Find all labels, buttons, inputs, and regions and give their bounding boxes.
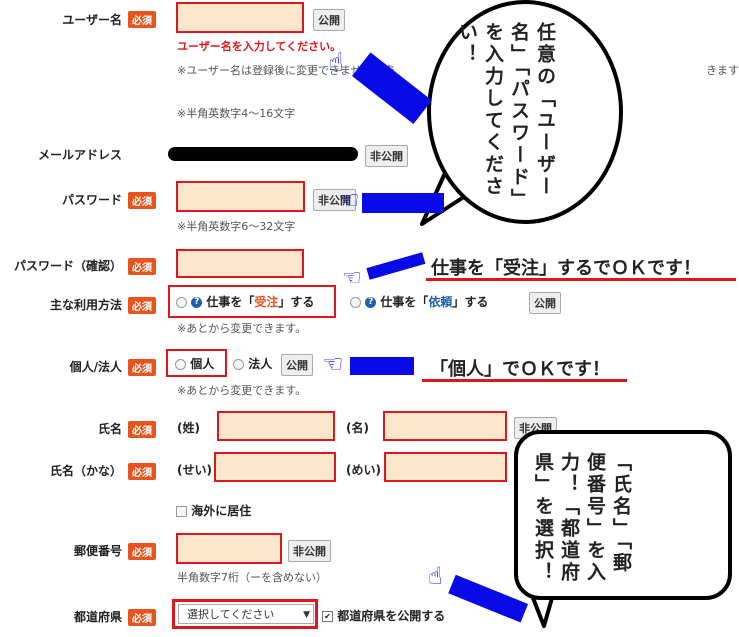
prefecture-select-value: 選択してください bbox=[187, 608, 275, 621]
first-name-prefix: (名) bbox=[346, 421, 369, 435]
email-label: メールアドレス bbox=[37, 148, 122, 162]
pointer-bar bbox=[366, 252, 426, 280]
required-badge: 必須 bbox=[128, 297, 156, 314]
usage-label: 主な利用方法 bbox=[49, 298, 122, 312]
username-error: ユーザー名を入力してください。 bbox=[177, 40, 342, 53]
radio-order[interactable] bbox=[176, 297, 187, 308]
prefecture-public-label: 都道府県を公開する bbox=[337, 609, 446, 623]
callout-order-underline bbox=[426, 278, 736, 281]
usage-note: ※あとから変更できます。 bbox=[177, 322, 307, 335]
usage-option-order[interactable]: ? 仕事を「受注」する bbox=[176, 293, 314, 310]
abroad-checkbox-row[interactable]: 海外に居住 bbox=[176, 502, 251, 519]
username-input[interactable] bbox=[176, 2, 304, 33]
last-name-kana-input[interactable] bbox=[214, 452, 336, 482]
last-name-kana-prefix: (せい) bbox=[177, 463, 212, 477]
pointer-bar bbox=[362, 193, 444, 213]
email-private-toggle[interactable]: 非公開 bbox=[365, 145, 408, 167]
callout-individual-underline bbox=[422, 379, 627, 382]
chevron-down-icon: ▼ bbox=[303, 610, 310, 620]
required-badge: 必須 bbox=[128, 192, 156, 209]
usage-option-request-pre: 仕事を「 bbox=[380, 295, 429, 309]
pointing-hand-icon: ☜ bbox=[338, 186, 360, 214]
pointing-hand-icon: ☜ bbox=[342, 266, 362, 291]
last-name-input[interactable] bbox=[217, 411, 335, 441]
name-kana-label: 氏名（かな） bbox=[49, 464, 122, 478]
pointing-hand-icon: ☝ bbox=[428, 562, 443, 590]
pointing-hand-icon: ☜ bbox=[322, 350, 344, 378]
password-confirm-label: パスワード（確認） bbox=[13, 259, 122, 273]
radio-corporate[interactable] bbox=[233, 359, 244, 370]
password-label: パスワード bbox=[61, 193, 122, 207]
bubble-name-text: 「氏名」「郵便番号」を入力！「都道府県」を選択！ bbox=[532, 452, 632, 584]
usage-option-request[interactable]: ? 仕事を「依頼」する bbox=[350, 293, 488, 310]
last-name-prefix: (姓) bbox=[177, 421, 200, 435]
help-icon[interactable]: ? bbox=[191, 297, 203, 308]
first-name-kana-input[interactable] bbox=[384, 452, 507, 482]
usage-option-order-pre: 仕事を「 bbox=[206, 295, 255, 309]
usage-public-toggle[interactable]: 公開 bbox=[529, 292, 561, 314]
prefecture-public-checkbox[interactable]: ✔ bbox=[322, 611, 333, 622]
entity-option-individual[interactable]: 個人 bbox=[175, 355, 214, 372]
postal-note: 半角数字7桁（ーを含めない） bbox=[177, 571, 327, 584]
prefecture-public-row[interactable]: ✔ 都道府県を公開する bbox=[322, 607, 445, 624]
entity-option-corporate[interactable]: 法人 bbox=[233, 355, 272, 372]
entity-label: 個人/法人 bbox=[69, 360, 122, 374]
postal-private-toggle[interactable]: 非公開 bbox=[288, 540, 331, 562]
prefecture-select[interactable]: 選択してください ▼ bbox=[178, 604, 314, 624]
pointing-hand-icon: ☝ bbox=[328, 48, 344, 78]
required-badge: 必須 bbox=[128, 543, 156, 560]
bubble-username-text: 任意の「ユーザー名」「パスワード」を入力してください！ bbox=[456, 22, 556, 211]
abroad-label: 海外に居住 bbox=[191, 504, 252, 518]
usage-option-order-em: 受注 bbox=[254, 295, 279, 309]
first-name-input[interactable] bbox=[383, 411, 507, 441]
entity-option-individual-label: 個人 bbox=[190, 357, 215, 371]
entity-public-toggle[interactable]: 公開 bbox=[281, 354, 313, 376]
username-note-tail: きます bbox=[706, 64, 739, 77]
prefecture-label: 都道府県 bbox=[73, 610, 122, 624]
required-badge: 必須 bbox=[128, 359, 156, 376]
postal-label: 郵便番号 bbox=[73, 544, 122, 558]
required-badge: 必須 bbox=[128, 11, 156, 28]
required-badge: 必須 bbox=[128, 421, 156, 438]
username-length-note: ※半角英数字4〜16文字 bbox=[177, 107, 296, 120]
usage-option-request-em: 依頼 bbox=[428, 295, 453, 309]
username-label: ユーザー名 bbox=[62, 13, 122, 27]
username-public-toggle[interactable]: 公開 bbox=[313, 9, 345, 31]
abroad-checkbox[interactable] bbox=[176, 506, 187, 517]
required-badge: 必須 bbox=[128, 258, 156, 275]
usage-option-request-post: 」する bbox=[452, 295, 489, 309]
required-badge: 必須 bbox=[128, 463, 156, 480]
first-name-kana-prefix: (めい) bbox=[346, 463, 381, 477]
radio-individual[interactable] bbox=[175, 359, 186, 370]
radio-request[interactable] bbox=[350, 297, 361, 308]
help-icon[interactable]: ? bbox=[365, 297, 377, 308]
pointer-bar bbox=[350, 357, 414, 375]
entity-option-corporate-label: 法人 bbox=[248, 357, 273, 371]
usage-option-order-post: 」する bbox=[278, 295, 315, 309]
password-input[interactable] bbox=[176, 181, 305, 212]
callout-order-text: 仕事を「受注」するでＯＫです！ bbox=[431, 258, 701, 279]
password-note: ※半角英数字6〜32文字 bbox=[177, 220, 296, 233]
required-badge: 必須 bbox=[128, 609, 156, 626]
email-redaction-bar bbox=[168, 147, 358, 161]
name-label: 氏名 bbox=[97, 422, 122, 436]
postal-input[interactable] bbox=[176, 533, 282, 564]
password-confirm-input[interactable] bbox=[176, 249, 304, 278]
callout-individual-text: 「個人」でＯＫです！ bbox=[430, 359, 610, 380]
entity-note: ※あとから変更できます。 bbox=[177, 384, 307, 397]
